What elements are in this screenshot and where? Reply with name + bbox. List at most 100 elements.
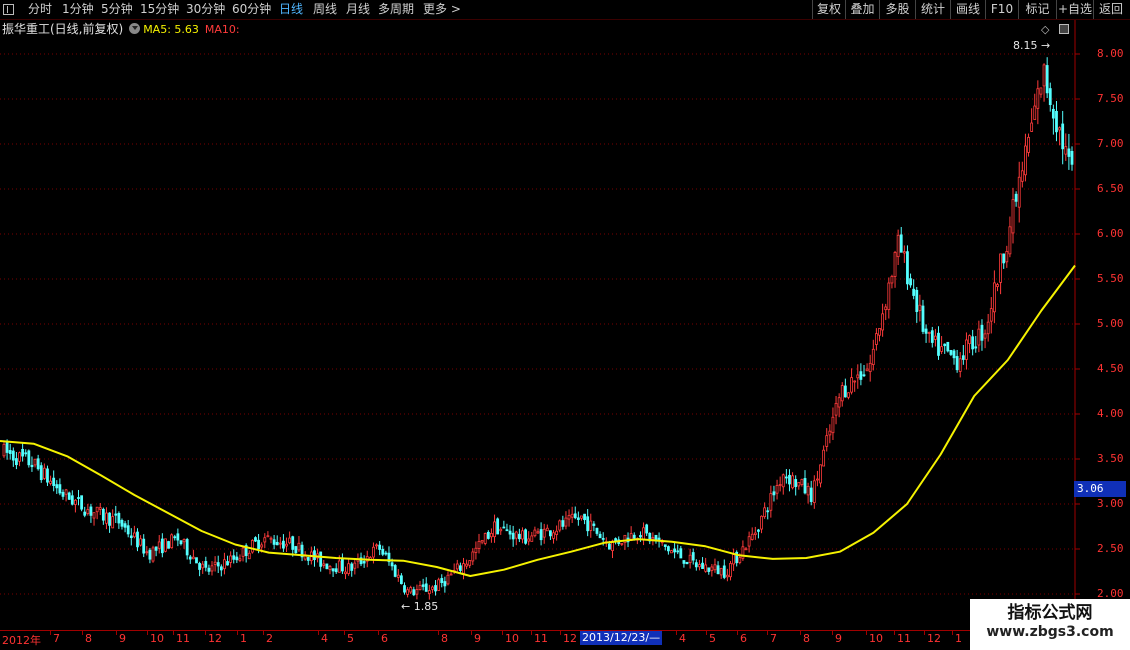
- toolbar-button-6[interactable]: 标记: [1018, 0, 1056, 19]
- toolbar: 分时 1分钟 5分钟 15分钟 30分钟 60分钟 日线 周线 月线 多周期 更多 > 复权 叠加 多股…: [0, 0, 1130, 20]
- period-tab-0[interactable]: 分时: [28, 0, 52, 19]
- candle-body: [676, 550, 680, 553]
- candle-body: [418, 585, 422, 591]
- candle-body: [859, 371, 863, 380]
- candle-body: [750, 533, 754, 540]
- candle-body: [881, 313, 885, 331]
- toolbar-button-5[interactable]: F10: [985, 0, 1018, 19]
- candle-body: [871, 348, 875, 365]
- period-tab-5[interactable]: 60分钟: [232, 0, 271, 19]
- date-tick-label: 8: [803, 632, 810, 645]
- candle-body: [983, 333, 987, 339]
- candle-body: [698, 564, 701, 568]
- candle-body: [996, 284, 999, 287]
- candle-body: [688, 554, 692, 563]
- period-tab-3[interactable]: 15分钟: [140, 0, 179, 19]
- high-price-label: 8.15: [1013, 39, 1038, 52]
- period-tab-7[interactable]: 周线: [313, 0, 337, 19]
- date-tick: [952, 631, 953, 635]
- period-tab-4[interactable]: 30分钟: [186, 0, 225, 19]
- period-tab-1[interactable]: 1分钟: [62, 0, 94, 19]
- candle-body: [890, 276, 894, 284]
- period-tab-8[interactable]: 月线: [346, 0, 370, 19]
- candle-body: [477, 541, 481, 549]
- period-tab-9[interactable]: 多周期: [378, 0, 414, 19]
- candle-body: [937, 332, 940, 356]
- candle-body: [521, 530, 524, 540]
- date-tick-label: 8: [441, 632, 448, 645]
- candle-body: [589, 520, 593, 531]
- date-tick: [173, 631, 174, 635]
- candle-body: [766, 510, 770, 513]
- candle-body: [483, 533, 487, 544]
- candle-body: [129, 535, 133, 539]
- toolbar-button-3[interactable]: 统计: [915, 0, 950, 19]
- candle-body: [834, 402, 838, 416]
- candle-body: [1020, 170, 1024, 182]
- candle-body: [49, 480, 52, 484]
- candle-body: [353, 562, 357, 569]
- candle-body: [843, 385, 847, 398]
- period-tab-2[interactable]: 5分钟: [101, 0, 133, 19]
- candle-body: [322, 563, 326, 566]
- toolbar-button-4[interactable]: 画线: [950, 0, 985, 19]
- date-tick: [502, 631, 503, 635]
- toolbar-button-0[interactable]: 复权: [812, 0, 845, 19]
- date-tick: [531, 631, 532, 635]
- candle-body: [812, 480, 816, 503]
- candle-body: [651, 537, 655, 540]
- candle-body: [738, 557, 742, 563]
- date-tick: [676, 631, 677, 635]
- toolbar-button-8[interactable]: 返回: [1093, 0, 1128, 19]
- candle-body: [943, 343, 947, 347]
- period-tab-6[interactable]: 日线: [279, 0, 303, 19]
- price-tick-label: 8.00: [1097, 47, 1124, 60]
- candle-body: [549, 530, 552, 537]
- candle-body: [201, 563, 205, 569]
- candle-body: [862, 374, 866, 377]
- candle-body: [663, 544, 667, 547]
- candle-body: [701, 562, 704, 569]
- candle-body: [517, 533, 521, 540]
- kline-chart[interactable]: [0, 20, 1130, 630]
- candle-body: [555, 530, 559, 535]
- candle-body: [235, 556, 239, 561]
- candle-body: [114, 513, 118, 516]
- candle-body: [1039, 87, 1043, 95]
- candle-body: [896, 234, 900, 258]
- candle-body: [1067, 148, 1071, 157]
- toolbar-button-2[interactable]: 多股: [879, 0, 915, 19]
- date-tick-label: 6: [740, 632, 747, 645]
- candle-body: [449, 573, 453, 576]
- candle-body: [24, 452, 28, 455]
- candle-body: [884, 306, 888, 311]
- candle-body: [198, 563, 201, 570]
- toolbar-button-1[interactable]: 叠加: [845, 0, 879, 19]
- toolbar-button-7[interactable]: +自选: [1056, 0, 1093, 19]
- candle-body: [831, 416, 835, 434]
- candle-body: [372, 546, 375, 558]
- candle-body: [219, 566, 223, 571]
- candle-body: [809, 487, 813, 502]
- candle-body: [763, 507, 767, 518]
- candle-body: [837, 397, 841, 408]
- candle-body: [974, 346, 978, 349]
- candle-body: [393, 565, 397, 577]
- candle-body: [570, 513, 574, 518]
- candle-body: [275, 541, 279, 546]
- candle-body: [769, 493, 773, 511]
- candle-body: [592, 523, 596, 526]
- date-axis: 2012年 7 8 9 10 11 12 1 2 4 5 6 8 9 10 11 12 4 5 6 7 8 9 10 11 12 1: [0, 630, 1075, 647]
- menu-icon[interactable]: [3, 4, 14, 15]
- candle-body: [108, 512, 111, 526]
- candle-body: [772, 491, 776, 496]
- date-tick: [344, 631, 345, 635]
- candle-body: [123, 523, 127, 528]
- candle-body: [806, 485, 810, 496]
- period-tab-10[interactable]: 更多 >: [423, 0, 461, 19]
- candle-body: [747, 536, 751, 547]
- candle-body: [986, 321, 990, 335]
- candle-body: [586, 516, 590, 532]
- candle-body: [580, 515, 583, 519]
- candle-body: [148, 549, 152, 560]
